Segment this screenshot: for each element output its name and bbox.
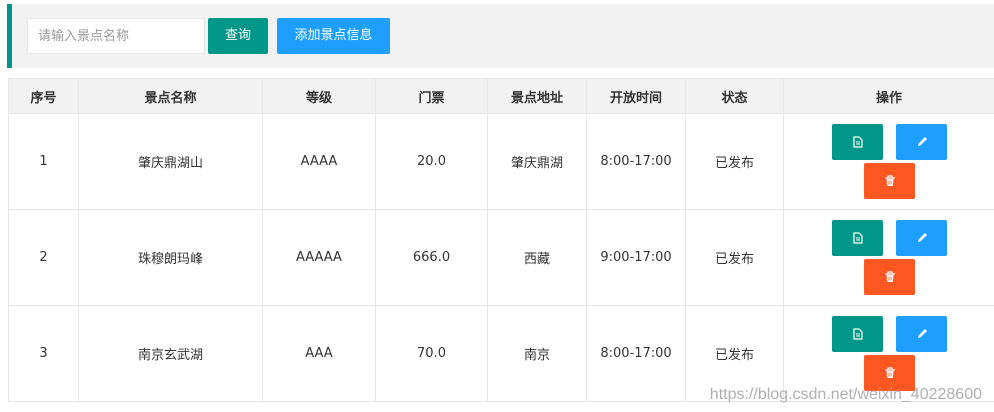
header-level: 等级 [262, 78, 376, 114]
cell-actions [783, 113, 994, 210]
search-input[interactable] [27, 18, 205, 54]
search-toolbar: 查询 添加景点信息 [7, 4, 994, 68]
edit-button[interactable] [896, 316, 947, 352]
cell-address: 南京 [487, 305, 587, 402]
table-row: 1 肇庆鼎湖山 AAAA 20.0 肇庆鼎湖 8:00-17:00 已发布 [8, 113, 994, 210]
document-icon [852, 232, 863, 244]
edit-button[interactable] [896, 220, 947, 256]
cell-status: 已发布 [685, 209, 784, 306]
pencil-icon [917, 233, 927, 242]
trash-icon [884, 367, 895, 378]
header-ticket: 门票 [375, 78, 488, 114]
delete-button[interactable] [864, 259, 915, 295]
cell-level: AAAAA [262, 209, 376, 306]
table-header-row: 序号 景点名称 等级 门票 景点地址 开放时间 状态 操作 [8, 78, 994, 114]
pencil-icon [917, 137, 927, 146]
cell-ticket: 666.0 [375, 209, 488, 306]
cell-index: 1 [8, 113, 79, 210]
cell-level: AAAA [262, 113, 376, 210]
cell-index: 2 [8, 209, 79, 306]
cell-index: 3 [8, 305, 79, 402]
scenic-spot-table: 序号 景点名称 等级 门票 景点地址 开放时间 状态 操作 1 肇庆鼎湖山 AA… [8, 78, 994, 402]
header-actions: 操作 [783, 78, 994, 114]
view-button[interactable] [832, 316, 883, 352]
delete-button[interactable] [864, 163, 915, 199]
cell-hours: 8:00-17:00 [586, 305, 686, 402]
cell-address: 肇庆鼎湖 [487, 113, 587, 210]
header-name: 景点名称 [78, 78, 263, 114]
table-row: 2 珠穆朗玛峰 AAAAA 666.0 西藏 9:00-17:00 已发布 [8, 209, 994, 306]
cell-ticket: 70.0 [375, 305, 488, 402]
cell-actions [783, 209, 994, 306]
edit-button[interactable] [896, 124, 947, 160]
query-button[interactable]: 查询 [208, 18, 268, 54]
watermark-text: https://blog.csdn.net/weixin_40228600 [709, 386, 982, 403]
cell-level: AAA [262, 305, 376, 402]
header-hours: 开放时间 [586, 78, 686, 114]
cell-hours: 9:00-17:00 [586, 209, 686, 306]
view-button[interactable] [832, 220, 883, 256]
cell-hours: 8:00-17:00 [586, 113, 686, 210]
pencil-icon [917, 329, 927, 338]
cell-name: 南京玄武湖 [78, 305, 263, 402]
cell-name: 珠穆朗玛峰 [78, 209, 263, 306]
trash-icon [884, 271, 895, 282]
view-button[interactable] [832, 124, 883, 160]
document-icon [852, 328, 863, 340]
cell-name: 肇庆鼎湖山 [78, 113, 263, 210]
cell-status: 已发布 [685, 113, 784, 210]
trash-icon [884, 175, 895, 186]
header-index: 序号 [8, 78, 79, 114]
header-address: 景点地址 [487, 78, 587, 114]
header-status: 状态 [685, 78, 784, 114]
cell-address: 西藏 [487, 209, 587, 306]
document-icon [852, 136, 863, 148]
add-spot-button[interactable]: 添加景点信息 [277, 18, 390, 54]
cell-ticket: 20.0 [375, 113, 488, 210]
